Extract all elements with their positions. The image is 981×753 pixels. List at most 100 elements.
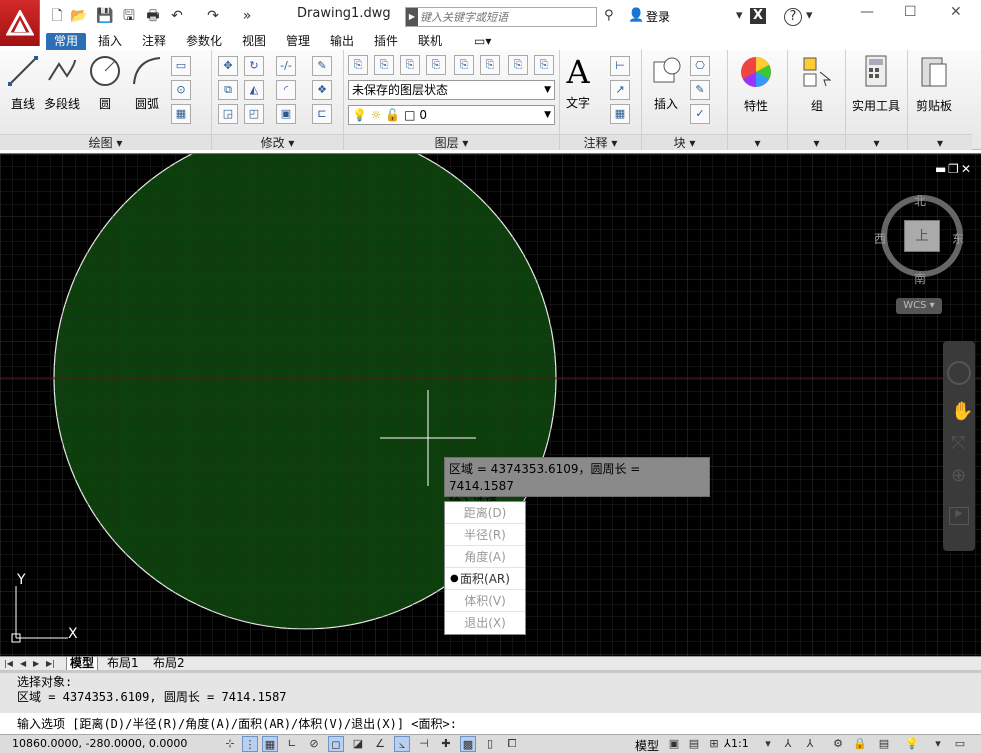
polyline-button[interactable]: 多段线: [44, 54, 80, 112]
print-icon[interactable]: 🖶: [144, 7, 162, 25]
hardware-acceleration-icon[interactable]: ▤: [876, 736, 892, 752]
create-block-icon[interactable]: ⎔: [690, 56, 710, 76]
layer-lock-icon[interactable]: ⎘: [480, 55, 500, 75]
fillet-icon[interactable]: ◜: [276, 80, 296, 100]
properties-button[interactable]: 特性: [738, 54, 774, 114]
layout-view-icon[interactable]: ▣: [666, 736, 682, 752]
exchange-icon[interactable]: X: [750, 8, 766, 24]
prev-layout-icon[interactable]: ◀: [20, 657, 26, 670]
save-as-icon[interactable]: 🖫: [120, 7, 138, 25]
group-button[interactable]: 组: [800, 54, 834, 114]
close-window-button[interactable]: ✕: [950, 4, 962, 20]
option-distance[interactable]: 距离(D): [445, 502, 525, 524]
redo-icon[interactable]: ↷: [204, 7, 222, 25]
move-icon[interactable]: ✥: [218, 56, 238, 76]
option-radius[interactable]: 半径(R): [445, 524, 525, 546]
tab-output[interactable]: 输出: [322, 33, 362, 50]
tab-plugins[interactable]: 插件: [366, 33, 406, 50]
table-icon[interactable]: ▦: [610, 104, 630, 124]
utilities-button[interactable]: 实用工具: [852, 54, 900, 114]
option-angle[interactable]: 角度(A): [445, 546, 525, 568]
minimize-button[interactable]: —: [860, 4, 874, 20]
viewcube-east[interactable]: 东: [952, 230, 964, 247]
annotation-scale[interactable]: 1:1: [731, 737, 749, 750]
open-file-icon[interactable]: 📂: [70, 7, 88, 25]
binoculars-icon[interactable]: ⚲: [604, 8, 614, 24]
clean-screen-icon[interactable]: ▭: [952, 736, 968, 752]
chevron-down-icon[interactable]: ▾: [736, 8, 743, 24]
viewcube-south[interactable]: 南: [914, 270, 926, 287]
steering-wheel-icon[interactable]: [947, 361, 971, 385]
drawing-canvas[interactable]: Y X ▬ ❐ ✕ 上 北 南 西 东 WCS ▾ ✋ ⤧ ⊕ ▶ 区域 = 4…: [0, 153, 981, 656]
viewcube[interactable]: 上 北 南 西 东: [874, 192, 966, 286]
tab-annotate[interactable]: 注释: [134, 33, 174, 50]
offset-icon[interactable]: ⊏: [312, 104, 332, 124]
last-layout-icon[interactable]: ▶|: [46, 657, 55, 670]
layer-isolate-icon[interactable]: ⎘: [426, 55, 446, 75]
layer-off-icon[interactable]: ⎘: [400, 55, 420, 75]
workspace-switch-icon[interactable]: ⚙: [830, 736, 846, 752]
panel-block-label[interactable]: 块 ▾: [642, 134, 727, 150]
lineweight-icon[interactable]: ✚: [438, 736, 454, 752]
object-snap-tracking-icon[interactable]: ∠: [372, 736, 388, 752]
quick-properties-icon[interactable]: ▯: [482, 736, 498, 752]
viewport-restore-icon[interactable]: ❐: [948, 162, 959, 176]
insert-block-button[interactable]: 插入: [648, 54, 684, 112]
erase-icon[interactable]: ✎: [312, 56, 332, 76]
login-button[interactable]: 登录: [646, 8, 670, 25]
option-exit[interactable]: 退出(X): [445, 612, 525, 634]
leader-icon[interactable]: ↗: [610, 80, 630, 100]
tab-layout2[interactable]: 布局2: [150, 657, 188, 671]
text-button[interactable]: A 文字: [566, 54, 590, 111]
circle-button[interactable]: 圆: [88, 54, 122, 112]
infer-constraints-icon[interactable]: ⊹: [222, 736, 238, 752]
chevron-down-icon[interactable]: ▾: [760, 736, 776, 752]
utilities-expand[interactable]: ▾: [846, 134, 907, 150]
grid-display-icon[interactable]: ▦: [262, 736, 278, 752]
3d-object-snap-icon[interactable]: ◪: [350, 736, 366, 752]
transparency-icon[interactable]: ▩: [460, 736, 476, 752]
panel-annotation-label[interactable]: 注释 ▾: [560, 134, 641, 150]
tab-parametric[interactable]: 参数化: [178, 33, 230, 50]
status-menu-icon[interactable]: ▾: [930, 736, 946, 752]
layer-freeze-icon[interactable]: ⎘: [454, 55, 474, 75]
annotation-visibility-icon[interactable]: ⅄: [780, 736, 796, 752]
clipboard-button[interactable]: 剪贴板: [916, 54, 952, 114]
search-input[interactable]: [420, 8, 595, 26]
tab-model[interactable]: 模型: [66, 657, 99, 671]
application-menu-button[interactable]: [0, 0, 40, 46]
ribbon-minimize-icon[interactable]: ▭▾: [466, 33, 499, 50]
viewcube-top-face[interactable]: 上: [904, 220, 940, 252]
help-icon[interactable]: ?: [784, 8, 802, 26]
tab-home[interactable]: 常用: [46, 33, 87, 50]
tab-layout1[interactable]: 布局1: [104, 657, 142, 671]
rotate-icon[interactable]: ↻: [244, 56, 264, 76]
clipboard-expand[interactable]: ▾: [908, 134, 972, 150]
command-prompt[interactable]: 输入选项 [距离(D)/半径(R)/角度(A)/面积(AR)/体积(V)/退出(…: [17, 716, 457, 732]
dynamic-ucs-icon[interactable]: ⦣: [394, 736, 410, 752]
ortho-mode-icon[interactable]: ∟: [284, 736, 300, 752]
showmotion-icon[interactable]: ▶: [949, 507, 969, 525]
help-dropdown-icon[interactable]: ▾: [806, 8, 813, 24]
stretch-icon[interactable]: ◲: [218, 104, 238, 124]
dimension-icon[interactable]: ⊢: [610, 56, 630, 76]
tab-view[interactable]: 视图: [234, 33, 274, 50]
option-volume[interactable]: 体积(V): [445, 590, 525, 612]
customize-quick-access-icon[interactable]: »: [238, 7, 256, 25]
selection-cycling-icon[interactable]: ⧠: [504, 736, 520, 752]
user-icon[interactable]: 👤: [628, 8, 644, 24]
rectangle-icon[interactable]: ▭: [171, 56, 191, 76]
model-space-toggle[interactable]: 模型: [635, 737, 659, 753]
layer-state-dropdown[interactable]: 未保存的图层状态 ▼: [348, 80, 555, 100]
scale-icon[interactable]: ◰: [244, 104, 264, 124]
array-icon[interactable]: ▣: [276, 104, 296, 124]
auto-scale-icon[interactable]: ⅄: [802, 736, 818, 752]
properties-expand[interactable]: ▾: [728, 134, 787, 150]
layer-properties-icon[interactable]: ⎘: [348, 55, 368, 75]
orbit-icon[interactable]: ⊕: [951, 465, 966, 486]
polar-tracking-icon[interactable]: ⊘: [306, 736, 322, 752]
line-button[interactable]: 直线: [6, 54, 40, 112]
next-layout-icon[interactable]: ▶: [33, 657, 39, 670]
current-layer-dropdown[interactable]: 💡 ☼ 🔓 □ 0 ▼: [348, 105, 555, 125]
search-box[interactable]: ▶: [405, 7, 597, 27]
